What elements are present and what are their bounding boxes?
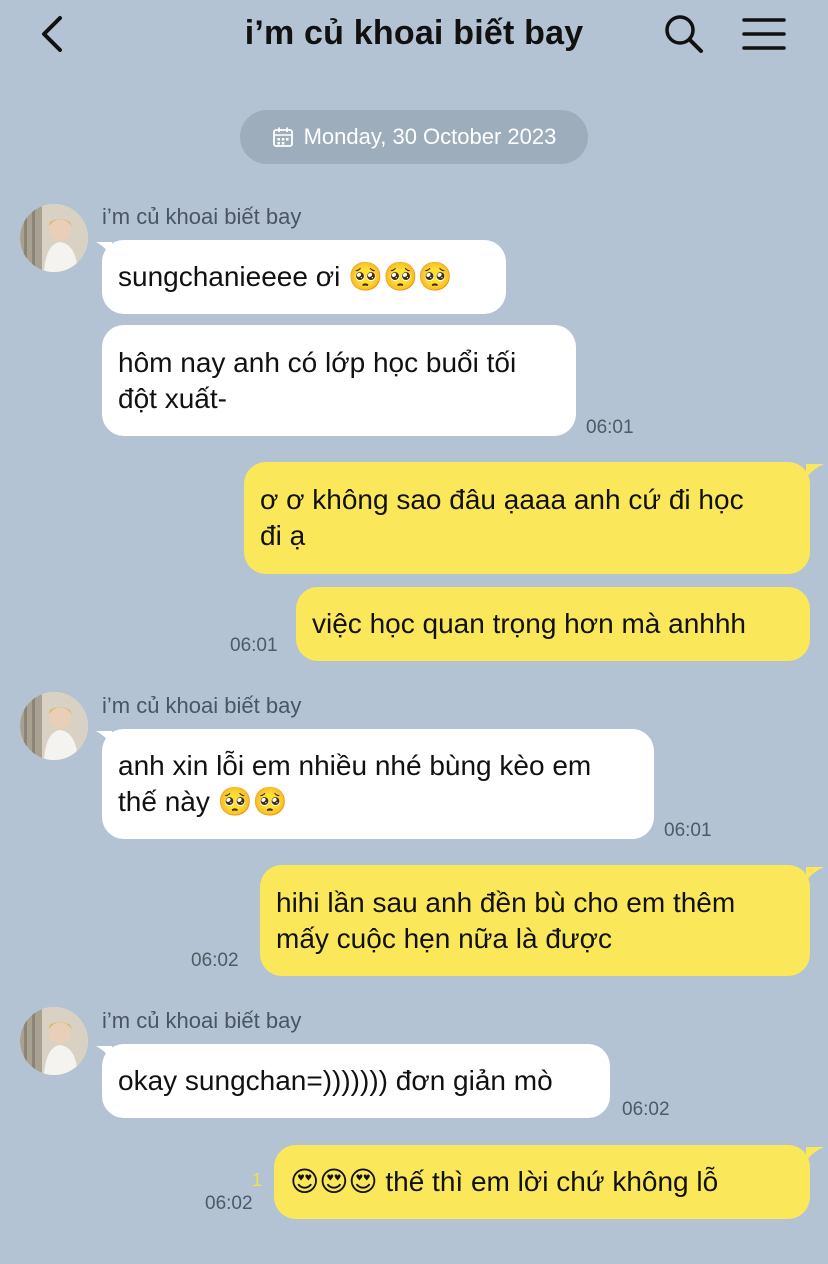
- message-bubble[interactable]: sungchanieeee ơi 🥺🥺🥺: [102, 240, 506, 314]
- message-time: 06:01: [586, 417, 634, 438]
- date-text: Monday, 30 October 2023: [303, 124, 557, 149]
- message-text: việc học quan trọng hơn mà anhhh: [312, 608, 746, 639]
- avatar[interactable]: [20, 204, 88, 272]
- calendar-icon: [272, 127, 293, 147]
- back-arrow-icon[interactable]: [32, 12, 76, 56]
- message-bubble[interactable]: hihi lần sau anh đền bù cho em thêm mấy …: [260, 865, 810, 976]
- message-text: anh xin lỗi em nhiều nhé bùng kèo em thế…: [118, 750, 592, 817]
- message-text: okay sungchan=))))))) đơn giản mò: [118, 1065, 553, 1096]
- message-text: 😍😍😍 thế thì em lời chứ không lỗ: [290, 1166, 719, 1197]
- menu-icon[interactable]: [740, 12, 788, 56]
- message-bubble[interactable]: ơ ơ không sao đâu ạaaa anh cứ đi học đi …: [244, 462, 810, 574]
- unread-count: 1: [252, 1170, 263, 1190]
- bubble-tail: [806, 1147, 824, 1161]
- message-time: 06:02: [191, 950, 239, 971]
- search-icon[interactable]: [660, 10, 706, 56]
- message-text: hihi lần sau anh đền bù cho em thêm mấy …: [276, 886, 736, 954]
- message-time: 06:02: [622, 1099, 670, 1120]
- message-text: hôm nay anh có lớp học buổi tối đột xuất…: [118, 346, 517, 414]
- date-divider: Monday, 30 October 2023: [240, 110, 588, 164]
- chat-header: i’m củ khoai biết bay: [0, 0, 828, 70]
- message-bubble[interactable]: việc học quan trọng hơn mà anhhh: [296, 587, 810, 661]
- message-time: 06:01: [230, 635, 278, 656]
- message-bubble[interactable]: okay sungchan=))))))) đơn giản mò: [102, 1044, 610, 1118]
- message-time: 06:01: [664, 820, 712, 841]
- bubble-tail: [806, 867, 824, 881]
- message-bubble[interactable]: anh xin lỗi em nhiều nhé bùng kèo em thế…: [102, 729, 654, 839]
- sender-name: i’m củ khoai biết bay: [102, 1008, 302, 1033]
- avatar[interactable]: [20, 1007, 88, 1075]
- message-text: ơ ơ không sao đâu ạaaa anh cứ đi học đi …: [260, 484, 744, 551]
- avatar[interactable]: [20, 692, 88, 760]
- sender-name: i’m củ khoai biết bay: [102, 693, 302, 718]
- bubble-tail: [806, 464, 824, 478]
- sender-name: i’m củ khoai biết bay: [102, 204, 302, 229]
- message-bubble[interactable]: hôm nay anh có lớp học buổi tối đột xuất…: [102, 325, 576, 436]
- chat-title: i’m củ khoai biết bay: [244, 14, 584, 52]
- message-text: sungchanieeee ơi 🥺🥺🥺: [118, 261, 453, 292]
- message-time: 06:02: [205, 1193, 253, 1214]
- message-bubble[interactable]: 😍😍😍 thế thì em lời chứ không lỗ: [274, 1145, 810, 1219]
